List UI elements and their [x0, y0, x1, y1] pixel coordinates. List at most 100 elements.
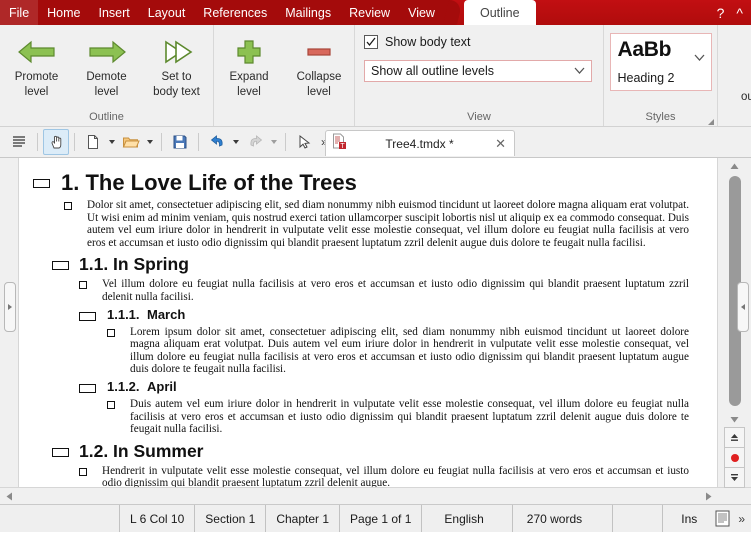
- outline-body-square-icon[interactable]: [79, 278, 87, 290]
- outline-collapse-box-icon[interactable]: [52, 254, 69, 271]
- document-page[interactable]: 1. The Love Life of the Trees Dolor sit …: [19, 158, 717, 487]
- open-folder-icon[interactable]: [118, 129, 144, 155]
- styles-dialog-launcher-icon[interactable]: [708, 119, 714, 125]
- open-folder-dropdown-arrow[interactable]: [144, 130, 156, 154]
- outline-heading1-row[interactable]: 1. The Love Life of the Trees: [19, 170, 717, 195]
- cursor-arrow-icon[interactable]: [291, 129, 317, 155]
- left-pane-expand-handle[interactable]: [4, 282, 16, 332]
- scroll-up-arrow-icon[interactable]: [727, 158, 743, 174]
- new-document-icon[interactable]: [80, 129, 106, 155]
- menu-item-references[interactable]: References: [194, 0, 276, 25]
- double-chevron-right-green-icon: [157, 35, 197, 69]
- outline-body-square-icon[interactable]: [79, 465, 87, 476]
- scroll-left-arrow-icon[interactable]: [2, 489, 16, 503]
- chevron-down-icon[interactable]: [694, 53, 705, 64]
- promote-level-button[interactable]: Promote level: [2, 30, 72, 100]
- document-tab[interactable]: T Tree4.tmdx * ✕: [325, 130, 515, 156]
- outline-body-row[interactable]: Vel illum dolore eu feugiat nulla facili…: [19, 275, 717, 303]
- redo-dropdown-arrow[interactable]: [268, 130, 280, 154]
- outline-collapse-box-icon[interactable]: [79, 307, 96, 321]
- redo-arrow-icon[interactable]: [242, 129, 268, 155]
- outline-body-row[interactable]: Lorem ipsum dolor sit amet, consectetuer…: [19, 323, 717, 376]
- body-text: Vel illum dolore eu feugiat nulla facili…: [102, 278, 689, 303]
- show-body-text-checkbox[interactable]: [364, 35, 378, 49]
- menu-item-review[interactable]: Review: [340, 0, 399, 25]
- outline-heading3-row[interactable]: 1.1.2. April: [19, 376, 717, 395]
- undo-dropdown-arrow[interactable]: [230, 130, 242, 154]
- status-cursor-position[interactable]: L 6 Col 10: [119, 505, 196, 532]
- status-word-count[interactable]: 270 words: [513, 505, 614, 532]
- ribbon-group-styles: AaBb Heading 2 Styles: [603, 25, 717, 126]
- status-section[interactable]: Section 1: [195, 505, 267, 532]
- outline-body-row[interactable]: Hendrerit in vulputate velit esse molest…: [19, 462, 717, 487]
- style-gallery-item[interactable]: AaBb Heading 2: [609, 33, 712, 91]
- menu-item-view[interactable]: View: [399, 0, 444, 25]
- save-floppy-icon[interactable]: [167, 129, 193, 155]
- horizontal-scrollbar[interactable]: [0, 487, 751, 504]
- tab-outline[interactable]: Outline: [463, 0, 536, 25]
- outline-collapse-box-icon[interactable]: [52, 441, 69, 457]
- demote-level-label-2: level: [94, 86, 119, 98]
- previous-object-button[interactable]: [724, 427, 745, 448]
- ribbon-group-expand-collapse: Expand level Collapse level: [213, 25, 354, 126]
- right-pane-expand-handle[interactable]: [737, 282, 749, 332]
- status-insert-mode[interactable]: Ins: [663, 505, 711, 532]
- outline-body-row[interactable]: Dolor sit amet, consectetuer adipiscing …: [19, 195, 717, 249]
- ribbon-group-styles-title: Styles: [645, 111, 676, 123]
- vertical-scrollbar[interactable]: [717, 158, 751, 488]
- expand-level-button[interactable]: Expand level: [214, 30, 284, 100]
- outline-heading2-row[interactable]: 1.1. In Spring: [19, 249, 717, 275]
- status-language[interactable]: English: [422, 505, 513, 532]
- undo-arrow-icon[interactable]: [204, 129, 230, 155]
- heading3-text-wrap: 1.1.1. March: [96, 307, 717, 323]
- body-text: Duis autem vel eum iriure dolor in hendr…: [130, 397, 689, 436]
- status-overflow-icon[interactable]: »: [738, 512, 745, 526]
- chevron-up-icon[interactable]: ^: [736, 5, 743, 21]
- set-to-body-text-label-2: body text: [153, 86, 200, 98]
- toolbar-separator: [37, 133, 38, 151]
- scroll-right-arrow-icon[interactable]: [701, 489, 715, 503]
- outline-collapse-box-icon[interactable]: [79, 379, 96, 393]
- menu-item-file[interactable]: File: [0, 0, 39, 25]
- toolbar-separator: [198, 133, 199, 151]
- heading3-text: March: [147, 306, 186, 322]
- show-body-text-checkbox-row[interactable]: Show body text: [364, 35, 596, 49]
- scroll-down-arrow-icon[interactable]: [727, 411, 743, 427]
- menu-item-layout[interactable]: Layout: [139, 0, 195, 25]
- new-document-dropdown-arrow[interactable]: [106, 130, 118, 154]
- menu-bar-items: File Home Insert Layout References Maili…: [0, 0, 450, 25]
- hand-pointer-icon[interactable]: [43, 129, 69, 155]
- outline-collapse-box-icon[interactable]: [33, 170, 50, 188]
- outline-body-square-icon[interactable]: [107, 398, 115, 409]
- toolbar-separator: [161, 133, 162, 151]
- heading3-number: 1.1.1.: [107, 306, 140, 322]
- outline-body-square-icon[interactable]: [64, 199, 72, 210]
- heading3-text-wrap: 1.1.2. April: [96, 379, 717, 395]
- body-text: Dolor sit amet, consectetuer adipiscing …: [87, 199, 689, 249]
- outline-heading3-row[interactable]: 1.1.1. March: [19, 304, 717, 323]
- outline-heading2-row[interactable]: 1.2. In Summer: [19, 436, 717, 462]
- document-tab-close-icon[interactable]: ✕: [493, 136, 508, 152]
- close-outline-view-button[interactable]: Close outline view: [724, 35, 751, 105]
- collapse-level-button[interactable]: Collapse level: [284, 30, 354, 100]
- select-browse-object-button[interactable]: [724, 447, 745, 468]
- ribbon-group-expand-title: [214, 123, 354, 126]
- menu-item-home[interactable]: Home: [38, 0, 89, 25]
- svg-text:T: T: [340, 143, 345, 149]
- heading3-text: April: [147, 378, 177, 394]
- outline-levels-select[interactable]: Show all outline levels: [364, 60, 592, 82]
- expand-level-label-2: level: [237, 86, 261, 98]
- help-icon[interactable]: ?: [717, 5, 725, 21]
- next-object-button[interactable]: [724, 467, 745, 488]
- formatting-marks-icon[interactable]: [6, 129, 32, 155]
- menu-item-insert[interactable]: Insert: [90, 0, 139, 25]
- outline-body-row[interactable]: Duis autem vel eum iriure dolor in hendr…: [19, 395, 717, 436]
- menu-item-mailings[interactable]: Mailings: [276, 0, 340, 25]
- page-layout-icon[interactable]: [711, 510, 734, 527]
- status-page[interactable]: Page 1 of 1: [340, 505, 423, 532]
- ribbon-group-close: Close outline view: [717, 25, 751, 126]
- demote-level-button[interactable]: Demote level: [72, 30, 142, 100]
- set-to-body-text-button[interactable]: Set to body text: [142, 30, 212, 100]
- outline-body-square-icon[interactable]: [107, 326, 115, 337]
- status-chapter[interactable]: Chapter 1: [266, 505, 341, 532]
